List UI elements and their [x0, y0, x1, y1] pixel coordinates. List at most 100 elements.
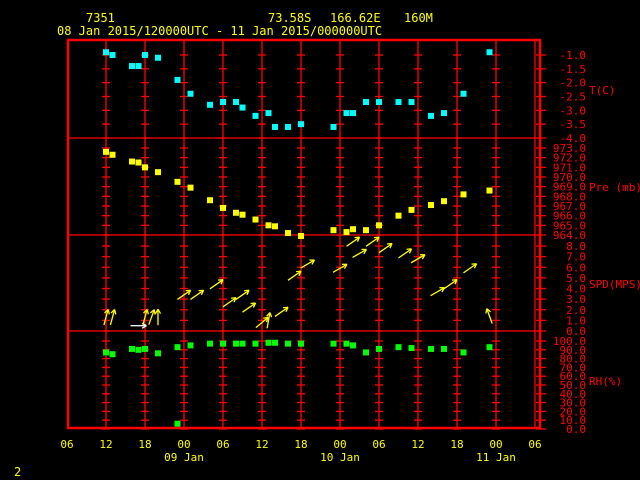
panel-label: Pre (mb) [589, 181, 640, 194]
wind-arrow [300, 259, 315, 269]
temperature-point [395, 99, 402, 106]
rh-point [272, 339, 278, 346]
pressure-point [142, 164, 148, 171]
pressure-point [285, 230, 291, 237]
pressure-point [207, 197, 213, 204]
pressure-point [109, 151, 116, 158]
rh-point [207, 340, 213, 347]
rh-point [428, 345, 434, 352]
rh-point [330, 340, 337, 347]
pressure-point [330, 227, 337, 234]
rh-point [343, 340, 350, 347]
x-tick-label: 12 [411, 438, 424, 451]
pressure-point [129, 158, 135, 165]
temperature-point [343, 110, 350, 117]
wind-arrow [346, 236, 361, 247]
temperature-point [155, 54, 161, 61]
temperature-point [129, 63, 135, 70]
date-label: 09 Jan [164, 451, 204, 464]
wind-arrow [463, 263, 478, 274]
rh-point [376, 345, 382, 352]
rh-point [408, 345, 415, 352]
wind-arrow [287, 270, 302, 281]
x-tick-label: 06 [528, 438, 541, 451]
pressure-point [408, 206, 415, 213]
temperature-point [272, 123, 278, 130]
x-tick-label: 06 [60, 438, 73, 451]
pressure-point [395, 212, 402, 219]
pressure-point [363, 227, 369, 234]
wind-arrow [154, 308, 162, 326]
temperature-point [376, 99, 382, 106]
pressure-point [233, 209, 239, 216]
rh-point [220, 340, 226, 347]
temperature-point [174, 76, 181, 83]
wind-arrow [235, 289, 250, 300]
rh-point [155, 350, 161, 357]
panel-label: SPD(MPS) [589, 278, 640, 291]
rh-point [174, 420, 181, 427]
x-tick-label: 06 [372, 438, 385, 451]
rh-point [135, 346, 142, 353]
rh-point [350, 342, 356, 349]
temperature-point [135, 63, 142, 70]
temperature-point [486, 49, 493, 56]
wind-arrow [130, 322, 147, 329]
meteogram: 7351 73.58S 166.62E 160M 08 Jan 2015/120… [0, 0, 640, 480]
rh-point [109, 351, 116, 358]
rh-point [233, 340, 239, 347]
rh-point [285, 340, 291, 347]
temperature-point [103, 49, 109, 56]
wind-arrow [274, 306, 289, 317]
wind-arrow [209, 279, 224, 290]
pressure-point [239, 211, 246, 218]
wind-arrow [242, 302, 257, 313]
temperature-point [233, 99, 239, 106]
wind-arrow [398, 248, 413, 259]
temperature-point [350, 110, 356, 117]
date-label: 11 Jan [476, 451, 516, 464]
pressure-point [103, 148, 109, 155]
x-tick-label: 00 [333, 438, 346, 451]
temperature-point [252, 112, 259, 119]
pressure-point [428, 202, 434, 209]
rh-point [265, 339, 272, 346]
pressure-point [187, 184, 194, 191]
temperature-point [265, 110, 272, 117]
temperature-point [109, 52, 116, 58]
pressure-point [350, 226, 356, 233]
pressure-point [460, 191, 467, 198]
temperature-point [239, 104, 246, 111]
y-tick-label: -3.5 [560, 118, 587, 131]
temperature-point [298, 121, 304, 128]
temperature-point [142, 52, 148, 58]
temperature-point [207, 101, 213, 108]
temperature-point [441, 110, 447, 117]
wind-arrow [485, 308, 493, 324]
pressure-point [135, 159, 142, 166]
rh-point [174, 344, 181, 351]
temperature-point [363, 99, 369, 106]
rh-point [252, 340, 259, 347]
temperature-point [428, 112, 434, 119]
y-tick-label: 0.0 [566, 423, 586, 436]
temperature-point [220, 99, 226, 106]
wind-arrow-head [263, 316, 269, 319]
y-tick-label: -1.0 [560, 49, 587, 62]
wind-arrow [378, 242, 393, 254]
pressure-point [343, 229, 350, 236]
pressure-point [298, 232, 304, 239]
pressure-point [174, 178, 181, 185]
x-tick-label: 00 [489, 438, 502, 451]
temperature-point [330, 123, 337, 130]
x-tick-label: 18 [294, 438, 307, 451]
wind-arrow-head [485, 308, 488, 314]
x-tick-label: 06 [216, 438, 229, 451]
rh-point [298, 340, 304, 347]
rh-point [460, 349, 467, 356]
pressure-point [220, 204, 226, 211]
rh-point [363, 349, 369, 356]
wind-arrow [443, 279, 458, 290]
pressure-point [265, 222, 272, 229]
pressure-point [441, 198, 447, 205]
